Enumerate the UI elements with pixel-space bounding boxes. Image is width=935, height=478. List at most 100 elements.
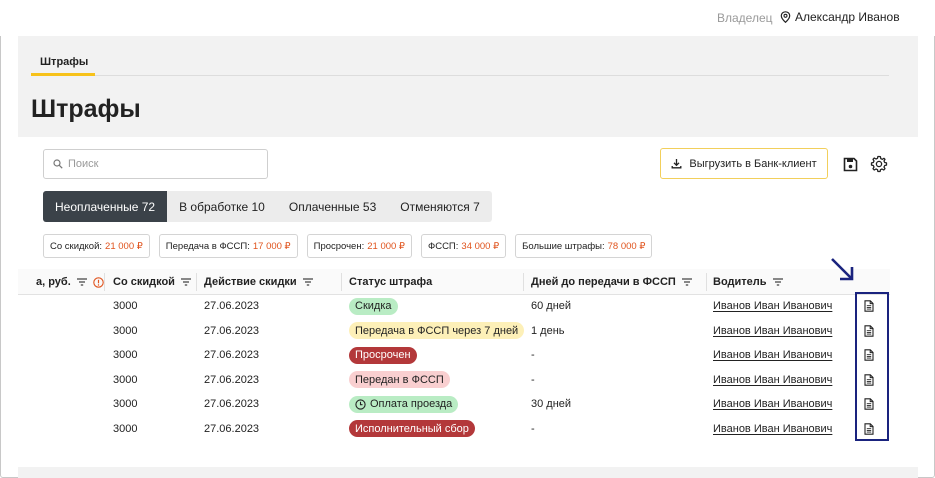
tab-active-indicator (31, 73, 95, 76)
location-pin-icon (780, 11, 791, 23)
table-row[interactable]: 3000 27.06.2023 Оплата проезда 30 дней Ивано… (18, 392, 890, 417)
column-label: а, руб. (36, 276, 71, 288)
search-icon (53, 159, 63, 169)
filter-icon[interactable] (681, 278, 692, 286)
driver-link[interactable]: Иванов Иван Иванович (713, 398, 832, 410)
cell-status: Оплата проезда (349, 392, 459, 417)
chip-label: Просрочен: (313, 240, 365, 252)
page-title: Штрафы (31, 95, 141, 123)
cell-status: Передан в ФССП (349, 368, 450, 393)
clock-icon (355, 399, 366, 410)
driver-link[interactable]: Иванов Иван Иванович (713, 374, 832, 386)
cell-days-to-fssp: - (531, 349, 535, 362)
filter-icon[interactable] (76, 278, 87, 286)
cell-discount: 3000 (113, 398, 138, 411)
status-badge: Исполнительный сбор (349, 420, 475, 438)
chip-fssp[interactable]: ФССП: 34 000 ₽ (420, 234, 507, 258)
cell-discount: 3000 (113, 300, 138, 313)
chip-fssp-transfer[interactable]: Передача в ФССП: 17 000 ₽ (158, 234, 298, 258)
column-header-days-to-fssp[interactable]: Дней до передачи в ФССП (531, 269, 692, 295)
status-text: Просрочен (355, 349, 411, 362)
column-label: Статус штрафа (349, 276, 433, 288)
cell-discount-until: 27.06.2023 (204, 373, 260, 386)
cell-days-to-fssp: 30 дней (531, 398, 572, 411)
filter-icon[interactable] (772, 278, 783, 286)
search-input[interactable]: Поиск (43, 149, 268, 179)
settings-button[interactable] (869, 154, 889, 174)
segment-processing[interactable]: В обработке 10 (167, 191, 277, 222)
tab-fines[interactable]: Штрафы (40, 56, 88, 68)
table-row[interactable]: 3000 27.06.2023 Просрочен - Иванов Иван Иван… (18, 343, 890, 368)
cell-days-to-fssp: - (531, 373, 535, 386)
status-text: Передан в ФССП (355, 373, 444, 386)
column-label: Водитель (713, 276, 767, 288)
cell-driver: Иванов Иван Иванович (713, 417, 832, 442)
chip-large-fines[interactable]: Большие штрафы: 78 000 ₽ (515, 234, 653, 258)
chip-label: Передача в ФССП: (165, 240, 250, 252)
cell-discount: 3000 (113, 422, 138, 435)
column-header-driver[interactable]: Водитель (713, 269, 783, 295)
status-badge: Передан в ФССП (349, 371, 450, 389)
status-text: Скидка (355, 300, 392, 313)
driver-link[interactable]: Иванов Иван Иванович (713, 325, 832, 337)
documents-column-highlight (855, 292, 889, 441)
status-badge: Оплата проезда (349, 395, 459, 413)
status-badge: Скидка (349, 297, 398, 315)
column-label: Со скидкой (113, 276, 175, 288)
filter-icon[interactable] (180, 278, 191, 286)
table-row[interactable]: 3000 27.06.2023 Передан в ФССП - Иванов Иван… (18, 368, 890, 393)
cell-status: Просрочен (349, 343, 417, 368)
cell-discount-until: 27.06.2023 (204, 398, 260, 411)
column-header-discount[interactable]: Со скидкой (113, 269, 191, 295)
chip-amount: 78 000 ₽ (607, 240, 646, 252)
column-divider (706, 273, 707, 291)
column-header-discount-until[interactable]: Действие скидки (204, 269, 313, 295)
search-placeholder: Поиск (68, 158, 99, 170)
column-divider (196, 273, 197, 291)
export-bank-client-button[interactable]: Выгрузить в Банк-клиент (660, 148, 828, 179)
table-header: а, руб. Со скидкой Действие скидки Стату… (18, 269, 890, 295)
driver-link[interactable]: Иванов Иван Иванович (713, 349, 832, 361)
column-header-amount[interactable]: а, руб. (36, 269, 104, 295)
cell-discount-until: 27.06.2023 (204, 349, 260, 362)
user-menu[interactable]: Александр Иванов (780, 10, 900, 24)
export-label: Выгрузить в Банк-клиент (689, 157, 817, 170)
chip-overdue[interactable]: Просрочен: 21 000 ₽ (306, 234, 412, 258)
download-icon (671, 159, 682, 169)
cell-days-to-fssp: - (531, 422, 535, 435)
info-icon[interactable] (93, 276, 104, 288)
chip-amount: 34 000 ₽ (461, 240, 500, 252)
status-text: Оплата проезда (370, 398, 453, 411)
cell-status: Скидка (349, 294, 398, 319)
chip-discount[interactable]: Со скидкой: 21 000 ₽ (43, 234, 150, 258)
owner-link[interactable]: Владелец (717, 11, 773, 25)
driver-link[interactable]: Иванов Иван Иванович (713, 300, 832, 312)
table-row[interactable]: 3000 27.06.2023 Передача в ФССП через 7 дн… (18, 319, 890, 344)
cell-status: Исполнительный сбор (349, 417, 475, 442)
cell-discount: 3000 (113, 373, 138, 386)
segment-unpaid[interactable]: Неоплаченные 72 (43, 191, 168, 222)
column-label: Дней до передачи в ФССП (531, 276, 676, 288)
segment-cancelling[interactable]: Отменяются 7 (388, 191, 491, 222)
cell-days-to-fssp: 1 день (531, 324, 565, 337)
cell-discount-until: 27.06.2023 (204, 422, 260, 435)
cell-driver: Иванов Иван Иванович (713, 368, 832, 393)
chip-amount: 17 000 ₽ (252, 240, 291, 252)
chip-label: Со скидкой: (50, 240, 103, 252)
column-label: Действие скидки (204, 276, 297, 288)
segment-paid[interactable]: Оплаченные 53 (277, 191, 388, 222)
chip-amount: 21 000 ₽ (367, 240, 405, 252)
table-row[interactable]: 3000 27.06.2023 Исполнительный сбор - Иванов… (18, 417, 890, 442)
tabs-divider (31, 75, 889, 76)
cell-driver: Иванов Иван Иванович (713, 319, 832, 344)
cell-discount-until: 27.06.2023 (204, 300, 260, 313)
column-header-status[interactable]: Статус штрафа (349, 269, 432, 295)
save-button[interactable] (840, 154, 860, 174)
cell-discount: 3000 (113, 349, 138, 362)
cell-driver: Иванов Иван Иванович (713, 392, 832, 417)
filter-icon[interactable] (302, 278, 313, 286)
driver-link[interactable]: Иванов Иван Иванович (713, 423, 832, 435)
table-row[interactable]: 3000 27.06.2023 Скидка 60 дней Иванов Иван И… (18, 294, 890, 319)
cell-discount: 3000 (113, 324, 138, 337)
cell-status: Передача в ФССП через 7 дней (349, 319, 525, 344)
